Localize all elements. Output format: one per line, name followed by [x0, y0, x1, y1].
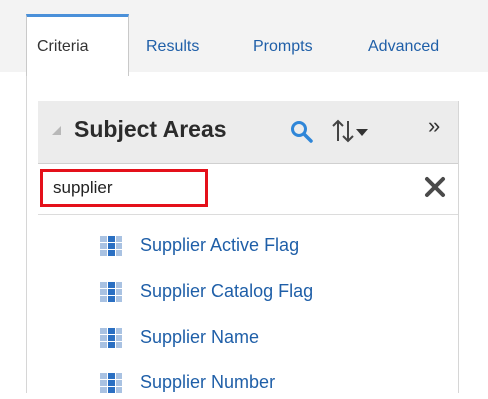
column-icon [100, 236, 122, 256]
column-label: Supplier Name [140, 327, 260, 347]
collapse-triangle-icon[interactable] [52, 126, 61, 135]
sort-icon[interactable] [331, 117, 355, 145]
chevron-down-icon[interactable] [356, 129, 368, 136]
tab-criteria[interactable]: Criteria [26, 14, 129, 76]
column-list: Supplier Active Flag Supplier Catalog Fl… [38, 215, 458, 393]
close-icon[interactable] [424, 176, 446, 198]
list-item[interactable]: Supplier Active Flag [100, 232, 440, 262]
tab-results[interactable]: Results [146, 38, 199, 56]
search-row [38, 164, 458, 215]
tab-bar: Criteria Results Prompts Advanced [0, 0, 488, 76]
column-label: Supplier Number [140, 372, 276, 392]
search-input[interactable] [40, 169, 208, 207]
panel-border [26, 76, 27, 393]
list-item[interactable]: Supplier Name [100, 324, 440, 354]
subject-areas-title: Subject Areas [74, 116, 227, 142]
tab-advanced[interactable]: Advanced [368, 38, 439, 56]
list-item[interactable]: Supplier Catalog Flag [100, 278, 440, 308]
column-label: Supplier Active Flag [140, 235, 300, 255]
column-label: Supplier Catalog Flag [140, 281, 314, 301]
tab-criteria-label: Criteria [37, 38, 89, 55]
list-item[interactable]: Supplier Number [100, 369, 440, 399]
subject-areas-header: Subject Areas » [38, 101, 458, 164]
double-chevron-right-icon[interactable]: » [428, 113, 440, 139]
tab-prompts[interactable]: Prompts [253, 38, 313, 56]
search-icon[interactable] [289, 119, 315, 145]
column-icon [100, 373, 122, 393]
side-pane [458, 101, 488, 393]
column-icon [100, 328, 122, 348]
column-icon [100, 282, 122, 302]
